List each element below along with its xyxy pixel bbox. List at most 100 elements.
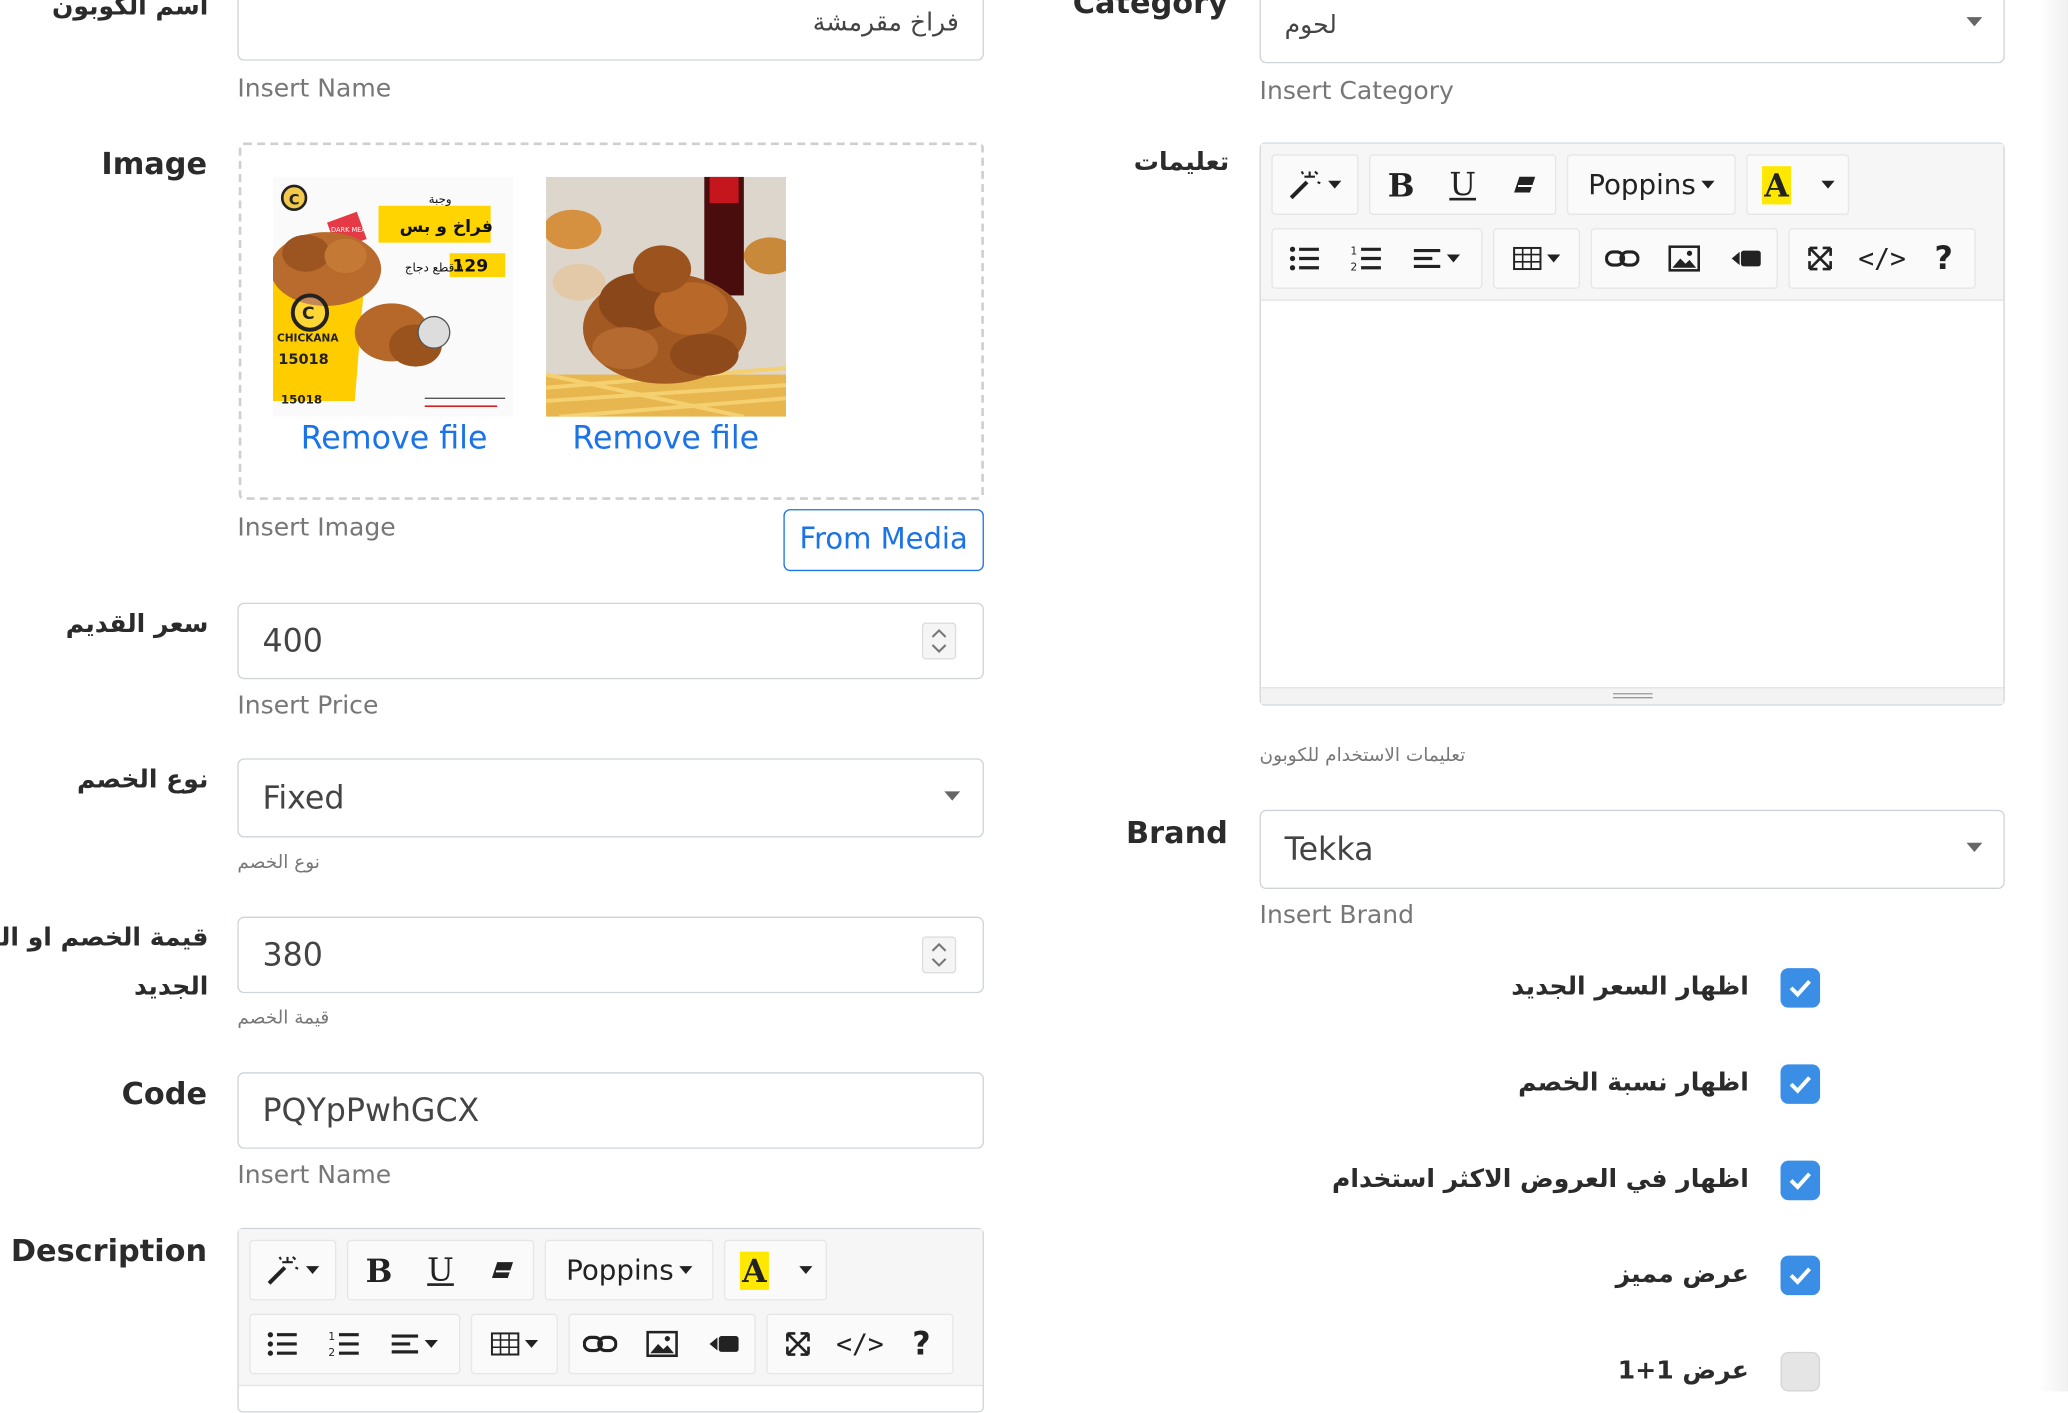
old-price-label: سعر القديم [65,609,209,639]
desc-image-icon[interactable] [631,1314,693,1375]
instr-video-icon[interactable] [1715,228,1777,289]
brand-select[interactable]: Tekka [1259,809,2005,889]
svg-text:15018: 15018 [281,393,322,407]
description-label: Description [10,1234,208,1269]
instr-help-button[interactable]: ? [1913,228,1975,289]
desc-link-icon[interactable] [570,1314,632,1375]
instr-magic-wand-icon[interactable] [1273,154,1357,215]
desc-color-chevron-down-icon[interactable] [783,1240,823,1301]
remove-file-button-1[interactable]: Remove file [301,419,488,456]
svg-text:2: 2 [1350,261,1357,273]
checkmark-icon [1789,1267,1812,1285]
show-new-price-label: اظهار السعر الجديد [1511,972,1749,1002]
instr-color-group: A [1746,154,1850,215]
show-discount-percent-checkbox[interactable] [1780,1064,1821,1104]
instr-bold-button[interactable]: B [1370,154,1432,215]
instr-underline-button[interactable]: U [1432,154,1494,215]
svg-text:2: 2 [328,1347,335,1359]
discount-value-input[interactable]: 380 [237,916,984,994]
brand-help: Insert Brand [1259,900,1415,930]
category-value: لحوم [1284,10,1337,40]
buy-one-get-one-checkbox[interactable] [1780,1351,1821,1392]
instr-text-color-button[interactable]: A [1748,154,1806,215]
instr-link-icon[interactable] [1592,228,1654,289]
svg-text:CHICKANA: CHICKANA [277,333,339,345]
discount-value-label-line2: الجديد [133,972,209,1002]
instr-image-icon[interactable] [1653,228,1715,289]
discount-type-select[interactable]: Fixed [237,758,984,838]
discount-type-chevron-down-icon [944,791,961,801]
instructions-toolbar: B U Poppins A 12 </> ? [1260,143,2004,301]
desc-magic-wand-icon[interactable] [251,1240,335,1301]
code-input[interactable]: PQYpPwhGCX [237,1072,984,1149]
desc-color-group: A [724,1239,827,1301]
coupon-name-input[interactable]: فراخ مقرمشة [237,0,984,61]
instr-color-chevron-down-icon[interactable] [1806,154,1846,215]
instr-fullscreen-icon[interactable] [1790,228,1852,289]
old-price-value: 400 [262,622,323,660]
desc-bold-button[interactable]: B [348,1240,410,1301]
instructions-resize-handle[interactable] [1260,687,2004,705]
instr-view-group: </> ? [1788,228,1976,289]
svg-text:1: 1 [1350,246,1357,258]
brand-label: Brand [1126,816,1228,851]
instr-eraser-icon[interactable] [1493,154,1555,215]
desc-unordered-list-icon[interactable] [251,1314,313,1375]
instructions-label: تعليمات [1133,147,1230,177]
instr-ordered-list-icon[interactable]: 12 [1335,228,1397,289]
desc-font-family-dropdown[interactable]: Poppins [546,1240,712,1301]
desc-eraser-icon[interactable] [471,1240,533,1301]
instr-align-dropdown-icon[interactable] [1397,228,1476,289]
featured-offer-checkbox[interactable] [1780,1255,1821,1296]
checkmark-icon [1789,1076,1812,1094]
instr-unordered-list-icon[interactable] [1273,228,1335,289]
instructions-content-area[interactable] [1261,301,2004,689]
show-in-most-used-label: اظهار في العروض الاكثر استخدام [1332,1164,1749,1194]
desc-code-view-icon[interactable]: </> [829,1314,891,1375]
desc-help-button[interactable]: ? [891,1314,953,1375]
discount-type-label: نوع الخصم [77,764,209,794]
desc-underline-button[interactable]: U [410,1240,472,1301]
desc-font-group: Poppins [544,1239,714,1301]
description-editor[interactable]: B U Poppins A 12 </> ? [237,1227,984,1413]
desc-fullscreen-icon[interactable] [768,1314,830,1375]
desc-table-group [470,1313,558,1375]
instr-table-icon[interactable] [1494,228,1578,289]
page-scrollbar-track[interactable] [2039,0,2068,1392]
discount-value-value: 380 [262,936,323,974]
svg-text:فراخ و بس: فراخ و بس [400,217,493,237]
category-select[interactable]: لحوم [1259,0,2005,64]
image-help: Insert Image [237,513,396,543]
coupon-name-help: Insert Name [237,73,392,103]
buy-one-get-one-label: عرض 1+1 [1617,1355,1749,1385]
category-label: Category [1072,0,1228,22]
desc-magic-group [249,1239,337,1301]
svg-text:١٠ قطع دجاج: ١٠ قطع دجاج [405,261,471,275]
discount-type-help: نوع الخصم [237,852,320,874]
desc-video-icon[interactable] [693,1314,755,1375]
desc-table-icon[interactable] [472,1314,556,1375]
image-label: Image [101,147,208,183]
coupon-name-label: اسم الكوبون [51,0,209,22]
instr-insert-group [1590,228,1778,289]
instructions-editor[interactable]: B U Poppins A 12 </> ? [1259,142,2005,706]
checkmark-icon [1789,979,1812,998]
desc-list-group: 12 [249,1313,461,1375]
remove-file-button-2[interactable]: Remove file [572,419,759,456]
old-price-stepper[interactable] [921,622,957,660]
svg-text:C: C [302,304,315,324]
desc-format-group: B U [346,1239,535,1301]
instr-font-family-dropdown[interactable]: Poppins [1568,154,1734,215]
brand-value: Tekka [1284,830,1374,868]
show-in-most-used-checkbox[interactable] [1780,1160,1821,1201]
from-media-button[interactable]: From Media [783,509,984,572]
desc-text-color-button[interactable]: A [725,1240,783,1301]
discount-value-stepper[interactable] [921,936,957,974]
old-price-input[interactable]: 400 [237,602,984,680]
desc-ordered-list-icon[interactable]: 12 [313,1314,375,1375]
brand-chevron-down-icon [1966,842,1983,853]
image-thumb-2 [546,176,787,417]
show-new-price-checkbox[interactable] [1780,968,1821,1008]
instr-code-view-icon[interactable]: </> [1851,228,1913,289]
desc-align-dropdown-icon[interactable] [375,1314,454,1375]
